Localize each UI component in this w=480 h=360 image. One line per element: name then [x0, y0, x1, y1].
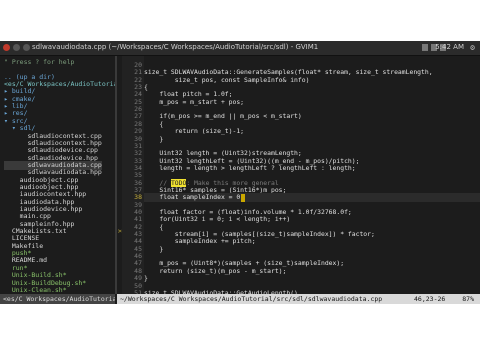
code-line[interactable]: for(Uint32 i = 0; i < length; i++): [144, 215, 290, 224]
gvim-window: sdlwavaudiodata.cpp (~/Workspaces/C Work…: [0, 41, 480, 304]
code-line-current[interactable]: float sampleIndex = 0;: [144, 193, 480, 203]
code-line[interactable]: length = length > lengthLeft ? lengthLef…: [144, 164, 355, 173]
file-tree-pane[interactable]: " Press ? for help.. (up a dir) <es/C Wor…: [0, 56, 115, 294]
code-line[interactable]: size_t pos, const SampleInfo& info): [144, 76, 310, 85]
gear-icon[interactable]: ⚙: [470, 43, 475, 52]
code-line[interactable]: if(m_pos >= m_end || m_pos < m_start): [144, 112, 301, 121]
top-margin: [0, 0, 480, 41]
maximize-window-button[interactable]: [23, 44, 30, 51]
clock[interactable]: 5:42 AM: [435, 43, 464, 51]
code-line[interactable]: }: [144, 245, 163, 254]
text-cursor: [240, 193, 245, 202]
file-tree-item[interactable]: " Press ? for help: [4, 58, 74, 67]
title-bar: sdlwavaudiodata.cpp (~/Workspaces/C Work…: [0, 41, 480, 56]
editor-status-bar: ~/Workspaces/C Workspaces/AudioTutorial/…: [117, 294, 480, 304]
file-tree-item[interactable]: Unix-Clean.sh*: [4, 286, 67, 294]
status-cursor-position: 46,23-26: [414, 295, 446, 303]
code-line[interactable]: }: [144, 274, 148, 283]
line-number-gutter: 20 21 22 23 24 25 26 27 28 29 30 31 32 33 34 35 36 37 38 39…: [122, 56, 144, 297]
close-window-button[interactable]: [3, 44, 10, 51]
pane-splitter[interactable]: [115, 56, 117, 294]
status-scroll-percent: 87%: [462, 295, 474, 303]
file-tree-status: <es/C Workspaces/AudioTutorial/: [0, 294, 115, 304]
code-line[interactable]: return (size_t)(m_pos - m_start);: [144, 267, 286, 276]
status-file-path: ~/Workspaces/C Workspaces/AudioTutorial/…: [120, 295, 383, 303]
battery-icon[interactable]: [422, 44, 428, 51]
code-line[interactable]: m_pos = m_start + pos;: [144, 98, 244, 107]
code-editor[interactable]: size_t SDLWAVAudioData::GenerateSamples(…: [144, 56, 480, 294]
window-controls: [3, 44, 30, 51]
window-title: sdlwavaudiodata.cpp (~/Workspaces/C Work…: [32, 43, 319, 51]
minimize-window-button[interactable]: [13, 44, 20, 51]
bottom-margin: [0, 304, 480, 360]
code-line[interactable]: }: [144, 135, 163, 144]
